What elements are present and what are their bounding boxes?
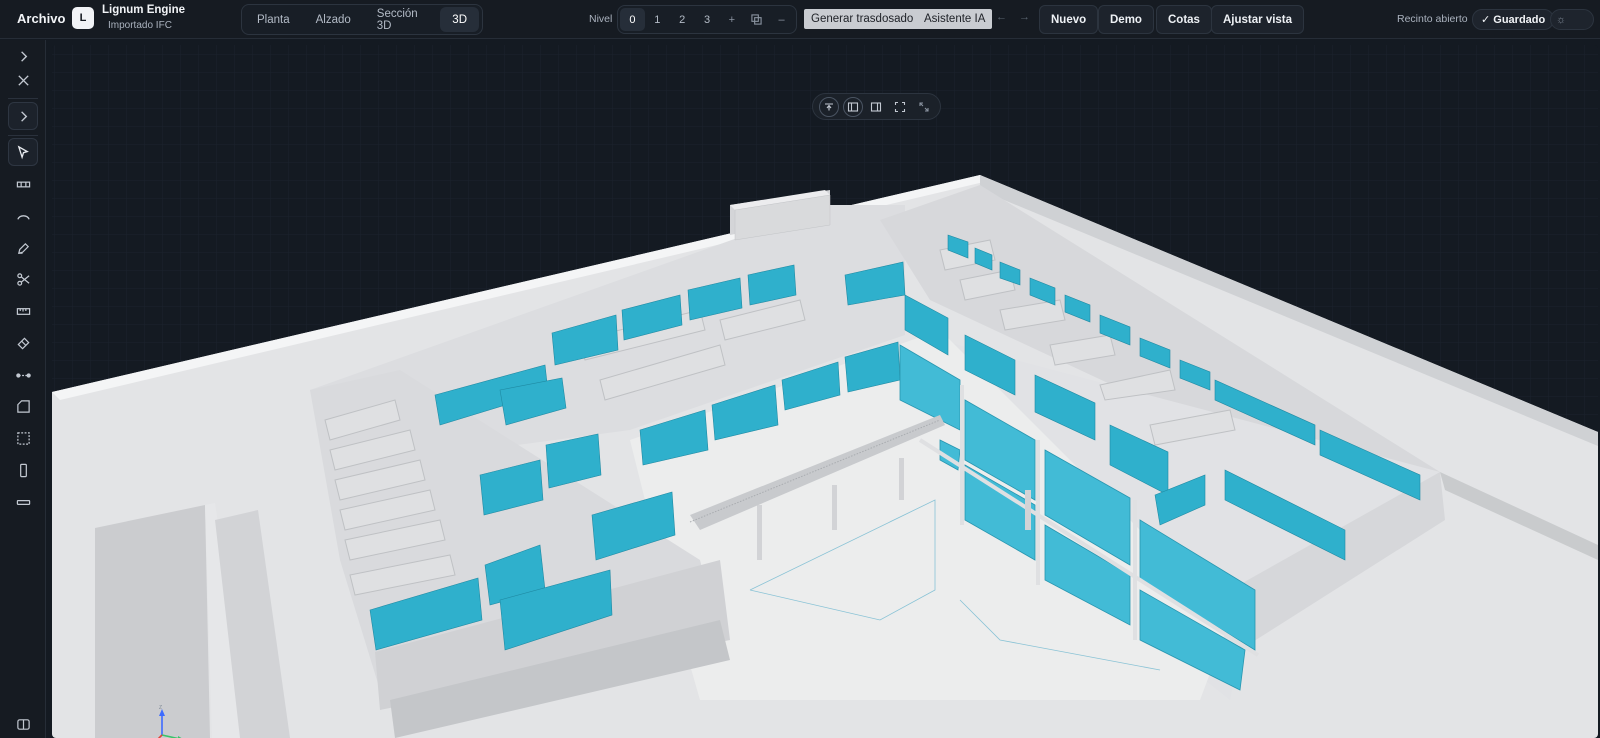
tab-planta[interactable]: Planta [245,7,302,32]
top-bar: Archivo L Lignum Engine Importado IFC Pl… [0,0,1600,39]
enclosure-status: Recinto abierto [1397,13,1468,25]
add-level-button[interactable]: + [719,8,744,31]
sun-icon: ☼ [1555,14,1567,26]
door-icon[interactable] [8,456,38,484]
3d-viewport[interactable]: Z Y X [52,45,1598,738]
new-button[interactable]: Nuevo [1039,5,1099,34]
wall-icon[interactable] [8,170,38,198]
level-3-button[interactable]: 3 [695,8,720,31]
level-label: Nivel [589,13,613,25]
tab-alzado[interactable]: Alzado [304,7,363,32]
undo-icon[interactable]: ← [996,11,1007,23]
scissors-icon[interactable] [8,265,38,293]
pen-icon[interactable] [8,234,38,262]
remove-level-button[interactable]: – [769,8,794,31]
tab-3d[interactable]: 3D [440,7,479,32]
file-menu[interactable]: Archivo [17,11,65,26]
top-view-icon[interactable] [818,96,839,117]
axis-gizmo: Z Y X [157,705,182,738]
saved-badge: ✓ Guardado [1472,9,1555,30]
panel-view-icon[interactable] [866,97,886,117]
redo-icon[interactable]: → [1019,11,1030,23]
theme-toggle[interactable]: ☼ [1550,9,1594,30]
arc-icon[interactable] [8,202,38,230]
viewport-toolbar [812,93,941,120]
area-select-icon[interactable] [8,424,38,452]
ruler-icon[interactable] [8,297,38,325]
window-icon[interactable] [8,488,38,516]
fit-view-button[interactable]: Ajustar vista [1211,5,1305,34]
duplicate-level-icon[interactable] [744,8,769,31]
generate-lining-button[interactable]: Generar trasdosado [804,9,921,29]
level-0-button[interactable]: 0 [620,8,645,31]
eraser-icon[interactable] [8,329,38,357]
view-mode-tabs: Planta Alzado Sección 3D 3D [241,4,483,35]
tab-seccion-3d[interactable]: Sección 3D [365,7,439,32]
dimensions-button[interactable]: Cotas [1156,5,1212,34]
app-subtitle: Importado IFC [108,20,172,31]
toolbar-divider [8,135,38,136]
close-icon[interactable] [8,66,38,94]
level-1-button[interactable]: 1 [645,8,670,31]
fullscreen-icon[interactable] [890,97,910,117]
fit-icon[interactable] [914,97,934,117]
select-cursor-icon[interactable] [8,138,38,166]
app-name: Lignum Engine [102,4,186,16]
measure-line-icon[interactable] [8,361,38,389]
room-icon[interactable] [8,392,38,420]
toolbar-divider [8,98,38,99]
level-2-button[interactable]: 2 [670,8,695,31]
ai-assistant-button[interactable]: Asistente IA [917,9,993,29]
split-view-icon[interactable] [842,96,863,117]
z-axis-label: Z [159,705,162,711]
left-toolbar [0,40,46,738]
demo-button[interactable]: Demo [1098,5,1154,34]
level-selector: 0 1 2 3 + – [617,5,797,34]
building-model[interactable] [52,45,1598,738]
app-logo: L [72,7,94,29]
expand-panel-icon[interactable] [8,102,38,130]
layers-icon[interactable] [8,710,38,738]
